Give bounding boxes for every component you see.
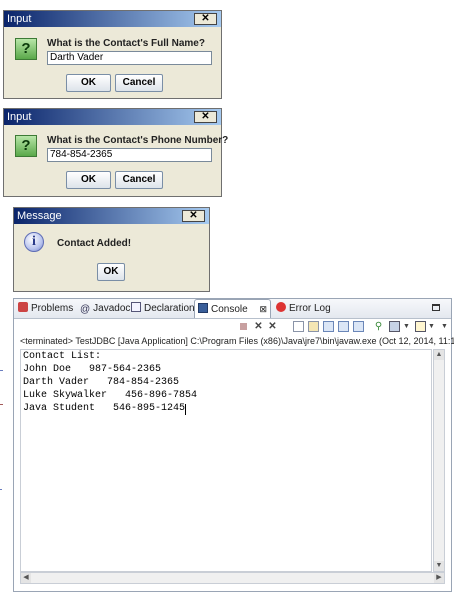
chevron-down-icon[interactable]: ▼ xyxy=(401,321,412,332)
launch-status-label: <terminated> TestJDBC [Java Application]… xyxy=(20,336,454,346)
tab-declaration[interactable]: Declaration xyxy=(131,299,195,318)
tab-console[interactable]: Console ⊠ xyxy=(194,299,271,318)
terminate-icon[interactable] xyxy=(238,321,249,332)
tab-label: Problems xyxy=(31,303,74,314)
cancel-button[interactable]: Cancel xyxy=(115,171,163,189)
editor-fragment xyxy=(0,370,3,371)
ok-button[interactable]: OK xyxy=(66,74,111,92)
tab-label: Javadoc xyxy=(93,303,131,314)
vertical-scrollbar[interactable]: ▲ ▼ xyxy=(433,349,445,572)
display-selected-console-icon[interactable] xyxy=(389,321,400,332)
console-toolbar: ✕ ✕ ⚲ ▼ ▼ ▼ xyxy=(14,318,451,335)
word-wrap-icon[interactable] xyxy=(323,321,334,332)
remove-all-launches-icon[interactable]: ✕ xyxy=(267,321,278,332)
view-tab-bar: Problems @ Javadoc Declaration Console ⊠ … xyxy=(14,299,451,319)
dialog-title: Message xyxy=(14,208,209,224)
javadoc-icon: @ xyxy=(80,304,91,315)
message-dialog: Message ✕ i Contact Added! OK xyxy=(13,207,210,292)
console-line: Luke Skywalker 456-896-7854 xyxy=(23,390,198,401)
show-on-error-icon[interactable] xyxy=(353,321,364,332)
scroll-right-icon[interactable]: ▶ xyxy=(434,573,444,583)
full-name-input[interactable]: Darth Vader xyxy=(47,51,212,65)
tab-problems[interactable]: Problems xyxy=(18,299,73,318)
horizontal-scrollbar[interactable]: ◀ ▶ xyxy=(20,572,445,584)
ok-button[interactable]: OK xyxy=(97,263,125,281)
scroll-down-icon[interactable]: ▼ xyxy=(434,561,444,571)
question-icon: ? xyxy=(15,135,37,157)
console-line: Contact List: xyxy=(23,351,102,362)
pin-console-icon[interactable]: ⚲ xyxy=(373,321,384,332)
chevron-down-icon[interactable]: ▼ xyxy=(426,321,437,332)
open-console-icon[interactable] xyxy=(415,321,426,332)
tab-label: Console xyxy=(211,304,248,315)
phone-number-input[interactable]: 784-854-2365 xyxy=(47,148,212,162)
clear-console-icon[interactable] xyxy=(293,321,304,332)
close-button[interactable]: ✕ xyxy=(194,111,217,123)
scroll-lock-icon[interactable] xyxy=(308,321,319,332)
info-icon: i xyxy=(24,232,44,252)
eclipse-console-view: Problems @ Javadoc Declaration Console ⊠ … xyxy=(13,298,454,592)
editor-fragment xyxy=(0,489,2,490)
editor-fragment xyxy=(0,404,3,405)
dialog-title: Input xyxy=(4,11,221,27)
problems-icon xyxy=(18,302,28,312)
prompt-label: What is the Contact's Full Name? xyxy=(47,38,205,49)
console-output[interactable]: Contact List: John Doe 987-564-2365 Dart… xyxy=(20,349,432,572)
scroll-up-icon[interactable]: ▲ xyxy=(434,350,444,360)
full-name-dialog: Input ✕ ? What is the Contact's Full Nam… xyxy=(3,10,222,99)
console-icon xyxy=(198,303,208,313)
declaration-icon xyxy=(131,302,141,312)
console-line: Java Student 546-895-1245 xyxy=(23,403,186,414)
text-cursor xyxy=(185,404,186,415)
question-icon: ? xyxy=(15,38,37,60)
ok-button[interactable]: OK xyxy=(66,171,111,189)
close-tab-icon[interactable]: ⊠ xyxy=(259,300,267,319)
remove-launch-icon[interactable]: ✕ xyxy=(253,321,264,332)
close-button[interactable]: ✕ xyxy=(194,13,217,25)
console-line: Darth Vader 784-854-2365 xyxy=(23,377,180,388)
dialog-title: Input xyxy=(4,109,221,125)
message-label: Contact Added! xyxy=(57,238,132,249)
tab-error-log[interactable]: Error Log xyxy=(276,299,331,318)
close-button[interactable]: ✕ xyxy=(182,210,205,222)
cancel-button[interactable]: Cancel xyxy=(115,74,163,92)
tab-javadoc[interactable]: @ Javadoc xyxy=(80,299,130,318)
prompt-label: What is the Contact's Phone Number? xyxy=(47,135,229,146)
console-line: John Doe 987-564-2365 xyxy=(23,364,162,375)
error-log-icon xyxy=(276,302,286,312)
phone-number-dialog: Input ✕ ? What is the Contact's Phone Nu… xyxy=(3,108,228,197)
tab-label: Declaration xyxy=(144,303,195,314)
show-on-output-icon[interactable] xyxy=(338,321,349,332)
maximize-view-icon[interactable] xyxy=(432,304,440,311)
view-menu-icon[interactable]: ▼ xyxy=(439,321,450,332)
tab-label: Error Log xyxy=(289,303,331,314)
scroll-left-icon[interactable]: ◀ xyxy=(21,573,31,583)
